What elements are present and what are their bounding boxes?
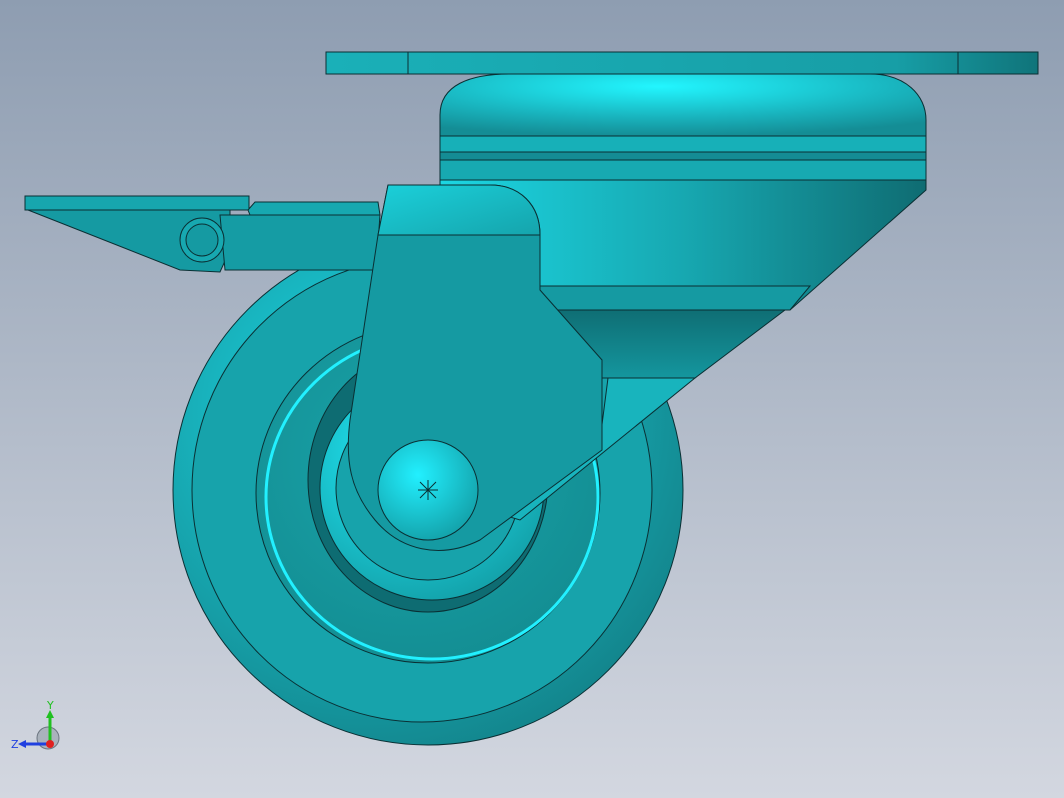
- mounting-plate: [325, 51, 1039, 75]
- dome-band: [439, 135, 927, 153]
- orientation-triad: Y Z: [11, 699, 60, 751]
- pedal-plate: [24, 195, 250, 211]
- y-axis-label: Y: [46, 699, 54, 712]
- axle-center-mark: [418, 480, 438, 500]
- fork-top: [377, 184, 541, 236]
- z-axis-arrow: [18, 740, 26, 748]
- z-axis-label: Z: [11, 738, 19, 751]
- swivel-ring: [439, 159, 927, 181]
- graphics-viewport[interactable]: Y Z: [0, 0, 1064, 798]
- caster-model-view[interactable]: [0, 0, 1064, 798]
- dome-groove: [439, 151, 927, 161]
- brake-pivot-pin: [185, 223, 219, 257]
- x-axis-dot: [46, 740, 54, 748]
- brake-lever: [247, 201, 381, 216]
- dome-top: [439, 73, 927, 137]
- plate: [325, 51, 1039, 75]
- brake-body: [219, 214, 381, 271]
